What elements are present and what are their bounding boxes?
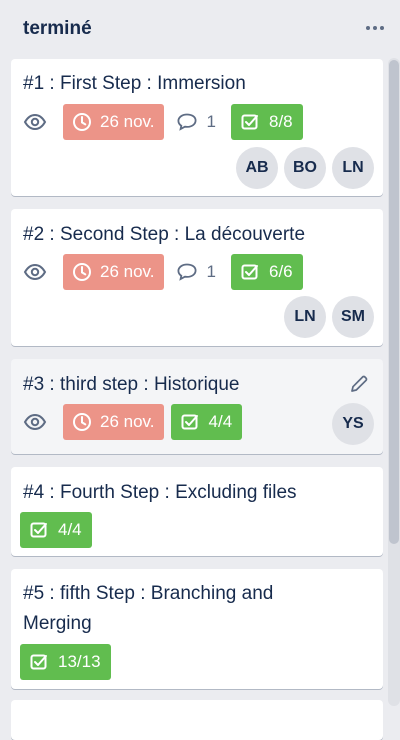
checklist-count: 4/4 bbox=[208, 412, 233, 431]
checklist-count: 8/8 bbox=[268, 112, 293, 131]
checklist-icon bbox=[29, 652, 49, 672]
checklist-badge: 4/4 bbox=[20, 512, 92, 548]
due-date-label: 26 nov. bbox=[100, 412, 155, 431]
due-date-badge[interactable]: 26 nov. bbox=[63, 404, 164, 440]
clock-icon bbox=[72, 262, 92, 282]
checklist-icon bbox=[240, 112, 260, 132]
card-title: #4 : Fourth Step : Excluding files bbox=[23, 482, 297, 503]
card-title: #5 : fifth Step : Branching and Merging bbox=[23, 579, 363, 639]
avatar[interactable]: LN bbox=[332, 147, 374, 189]
comment-icon bbox=[176, 262, 198, 282]
card-5[interactable]: #5 : fifth Step : Branching and Merging … bbox=[11, 569, 383, 689]
card-title: #2 : Second Step : La découverte bbox=[23, 224, 306, 245]
scrollbar-thumb[interactable] bbox=[389, 60, 399, 544]
checklist-badge: 6/6 bbox=[230, 254, 303, 290]
checklist-count: 13/13 bbox=[58, 652, 101, 671]
card-members: LN SM bbox=[284, 296, 374, 338]
card-title: #3 : third step : Historique bbox=[23, 374, 240, 395]
card-badges: 4/4 bbox=[20, 512, 92, 548]
avatar[interactable]: AB bbox=[236, 147, 278, 189]
checklist-badge: 4/4 bbox=[170, 404, 243, 440]
checklist-count: 4/4 bbox=[58, 520, 82, 539]
card-title-line: Merging bbox=[23, 613, 92, 634]
comment-badge: 1 bbox=[176, 112, 216, 132]
comment-count: 1 bbox=[206, 262, 216, 281]
due-date-badge[interactable]: 26 nov. bbox=[63, 254, 164, 290]
avatar[interactable]: YS bbox=[332, 403, 374, 445]
card-badges: 26 nov. 1 6/6 bbox=[23, 254, 303, 290]
card-title: #1 : First Step : Immersion bbox=[23, 73, 246, 94]
card-badges: 26 nov. 4/4 bbox=[23, 404, 243, 440]
due-date-label: 26 nov. bbox=[100, 262, 155, 281]
card-4[interactable]: #4 : Fourth Step : Excluding files 4/4 bbox=[11, 467, 383, 556]
avatar[interactable]: SM bbox=[332, 296, 374, 338]
avatar[interactable]: LN bbox=[284, 296, 326, 338]
eye-icon bbox=[23, 260, 47, 284]
due-date-badge[interactable]: 26 nov. bbox=[63, 104, 164, 140]
card-members: YS bbox=[332, 403, 374, 445]
list-title[interactable]: terminé bbox=[23, 18, 92, 40]
card-2[interactable]: #2 : Second Step : La découverte 26 nov.… bbox=[11, 209, 383, 346]
checklist-badge: 13/13 bbox=[20, 644, 111, 680]
list-header: terminé bbox=[0, 0, 400, 58]
avatar[interactable]: BO bbox=[284, 147, 326, 189]
checklist-count: 6/6 bbox=[268, 262, 293, 281]
eye-icon bbox=[23, 110, 47, 134]
checklist-badge: 8/8 bbox=[230, 104, 303, 140]
more-horizontal-icon[interactable] bbox=[366, 18, 388, 38]
card-members: AB BO LN bbox=[236, 147, 374, 189]
eye-icon bbox=[23, 410, 47, 434]
card-badges: 13/13 bbox=[20, 644, 111, 680]
checklist-icon bbox=[180, 412, 200, 432]
comment-badge: 1 bbox=[176, 262, 216, 282]
card-3[interactable]: #3 : third step : Historique 26 nov. 4/4… bbox=[11, 359, 383, 454]
checklist-icon bbox=[29, 520, 49, 540]
card-6-partial[interactable] bbox=[11, 700, 383, 740]
clock-icon bbox=[72, 412, 92, 432]
card-1[interactable]: #1 : First Step : Immersion 26 nov. 1 8/… bbox=[11, 59, 383, 196]
pencil-icon[interactable] bbox=[349, 374, 369, 394]
due-date-label: 26 nov. bbox=[100, 112, 155, 131]
card-badges: 26 nov. 1 8/8 bbox=[23, 104, 303, 140]
comment-icon bbox=[176, 112, 198, 132]
card-title-line: #5 : fifth Step : Branching and bbox=[23, 583, 274, 604]
comment-count: 1 bbox=[206, 112, 216, 131]
clock-icon bbox=[72, 112, 92, 132]
checklist-icon bbox=[240, 262, 260, 282]
